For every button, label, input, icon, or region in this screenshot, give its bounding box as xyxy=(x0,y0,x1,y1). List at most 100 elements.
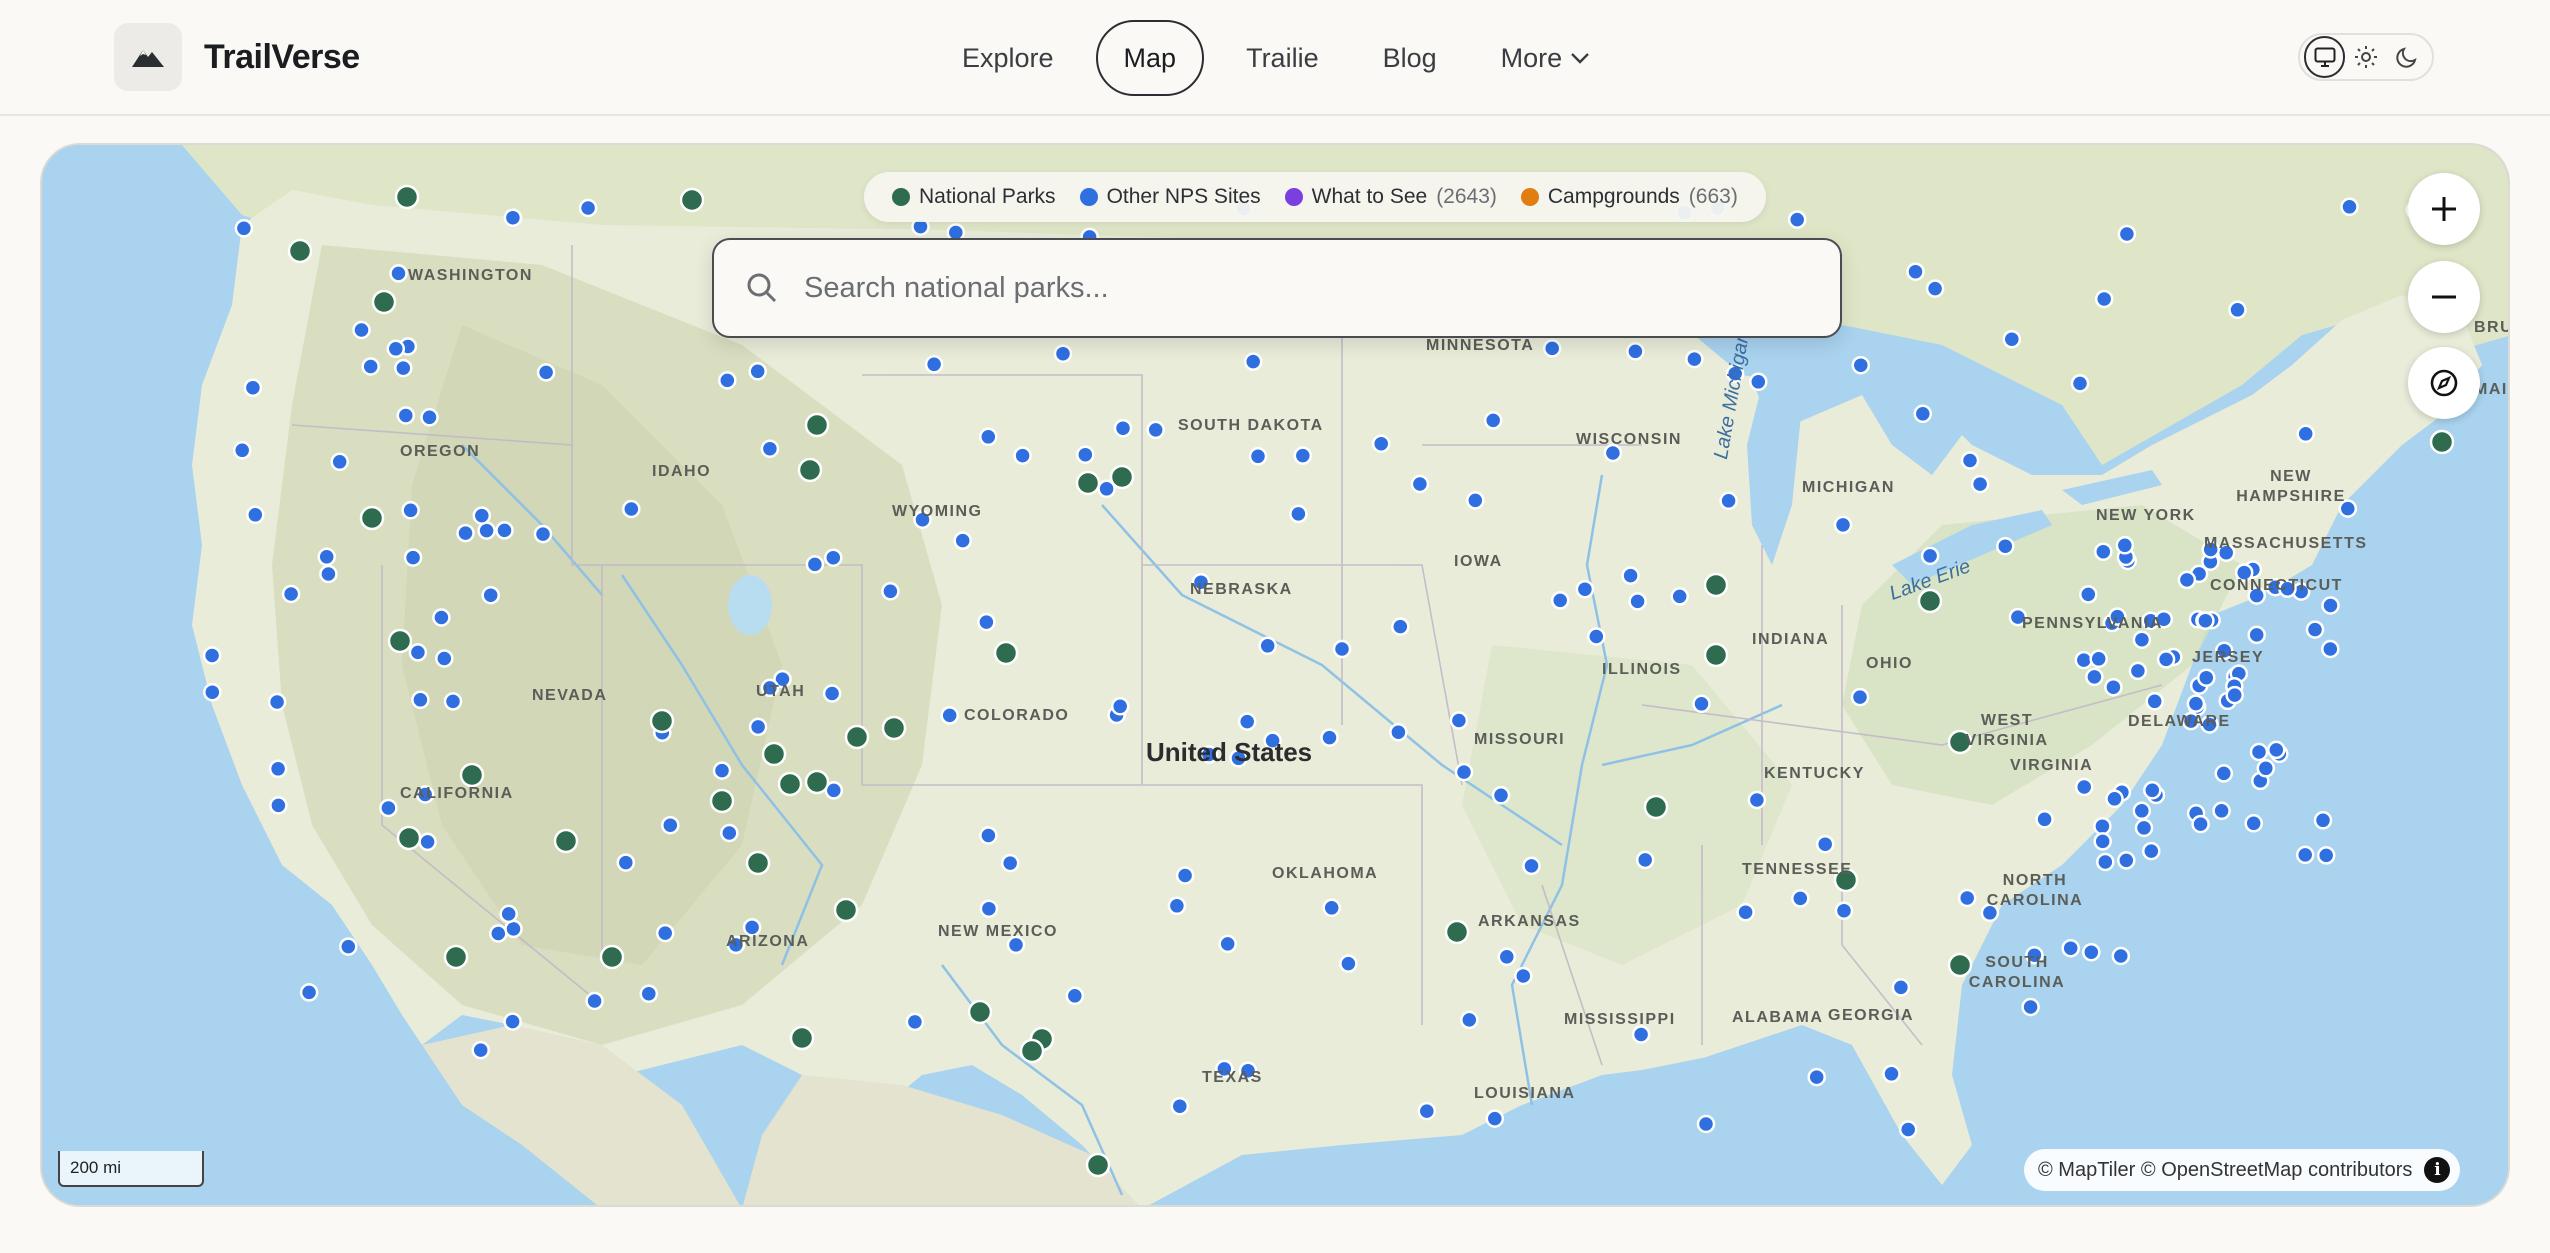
nps-site-marker[interactable] xyxy=(2115,536,2135,555)
nps-site-marker[interactable] xyxy=(203,682,222,702)
national-park-marker[interactable] xyxy=(459,762,485,788)
nps-site-marker[interactable] xyxy=(805,555,825,574)
nps-site-marker[interactable] xyxy=(1891,978,1911,997)
nps-site-marker[interactable] xyxy=(924,355,944,374)
nps-site-marker[interactable] xyxy=(2321,639,2340,659)
nps-site-marker[interactable] xyxy=(1850,687,1870,707)
nps-site-marker[interactable] xyxy=(361,357,380,376)
nps-site-marker[interactable] xyxy=(1339,954,1358,973)
national-park-marker[interactable] xyxy=(371,289,397,315)
nps-site-marker[interactable] xyxy=(1906,262,1925,281)
nps-site-marker[interactable] xyxy=(2105,789,2124,809)
nps-site-marker[interactable] xyxy=(2145,692,2164,711)
national-park-marker[interactable] xyxy=(679,187,705,213)
nps-site-marker[interactable] xyxy=(499,904,518,924)
nps-site-marker[interactable] xyxy=(1913,404,1933,424)
nps-site-marker[interactable] xyxy=(718,371,737,390)
nps-site-marker[interactable] xyxy=(1736,902,1755,922)
nps-site-marker[interactable] xyxy=(1417,1101,1437,1121)
nps-site-marker[interactable] xyxy=(1851,355,1871,375)
nps-site-marker[interactable] xyxy=(2197,668,2216,687)
nps-site-marker[interactable] xyxy=(1389,722,1408,742)
nps-site-marker[interactable] xyxy=(822,684,842,703)
nps-site-marker[interactable] xyxy=(2247,625,2266,645)
national-park-marker[interactable] xyxy=(359,505,385,531)
nps-site-marker[interactable] xyxy=(1449,711,1469,730)
nps-site-marker[interactable] xyxy=(2212,801,2231,821)
national-park-marker[interactable] xyxy=(797,457,823,483)
nps-site-marker[interactable] xyxy=(2085,667,2104,687)
nps-site-marker[interactable] xyxy=(317,547,336,567)
nps-site-marker[interactable] xyxy=(394,358,413,378)
nps-site-marker[interactable] xyxy=(281,584,301,604)
nps-site-marker[interactable] xyxy=(2093,816,2112,836)
search-input[interactable] xyxy=(804,271,1784,305)
nps-site-marker[interactable] xyxy=(2070,374,2090,393)
nps-site-marker[interactable] xyxy=(2134,818,2154,838)
nps-site-marker[interactable] xyxy=(503,208,523,227)
national-park-marker[interactable] xyxy=(1703,642,1729,668)
national-park-marker[interactable] xyxy=(789,1025,815,1051)
national-park-marker[interactable] xyxy=(993,640,1019,666)
nps-site-marker[interactable] xyxy=(408,643,428,662)
nps-site-marker[interactable] xyxy=(339,937,358,956)
nps-site-marker[interactable] xyxy=(2082,942,2101,962)
nps-site-marker[interactable] xyxy=(1960,451,1980,470)
nps-site-marker[interactable] xyxy=(2256,759,2276,778)
nps-site-marker[interactable] xyxy=(2079,585,2098,604)
nps-site-marker[interactable] xyxy=(443,692,463,711)
nps-site-marker[interactable] xyxy=(533,524,553,544)
nps-site-marker[interactable] xyxy=(1587,627,1606,646)
nps-site-marker[interactable] xyxy=(1996,536,2015,556)
nps-site-marker[interactable] xyxy=(2096,852,2115,872)
nps-site-marker[interactable] xyxy=(1542,339,1562,358)
zoom-out-button[interactable] xyxy=(2408,261,2480,333)
nps-site-marker[interactable] xyxy=(2093,832,2112,851)
park-map[interactable]: WASHINGTON OREGON IDAHO WYOMING NEVADA U… xyxy=(40,143,2510,1207)
compass-button[interactable] xyxy=(2408,347,2480,419)
nps-site-marker[interactable] xyxy=(1065,986,1085,1006)
nps-site-marker[interactable] xyxy=(1670,587,1689,606)
nps-site-marker[interactable] xyxy=(1289,504,1308,524)
national-park-marker[interactable] xyxy=(844,724,870,750)
nps-site-marker[interactable] xyxy=(352,320,371,340)
nps-site-marker[interactable] xyxy=(979,899,999,918)
theme-dark-button[interactable] xyxy=(2387,36,2428,78)
nps-site-marker[interactable] xyxy=(267,692,287,712)
nps-site-marker[interactable] xyxy=(1497,947,1517,967)
nps-site-marker[interactable] xyxy=(639,984,659,1003)
nps-site-marker[interactable] xyxy=(481,585,500,605)
national-park-marker[interactable] xyxy=(396,825,422,851)
national-park-marker[interactable] xyxy=(1109,464,1135,490)
nps-site-marker[interactable] xyxy=(905,1012,925,1032)
nps-site-marker[interactable] xyxy=(403,548,423,567)
legend-other-nps-sites[interactable]: Other NPS Sites xyxy=(1079,185,1261,209)
nps-site-marker[interactable] xyxy=(1248,447,1268,466)
national-park-marker[interactable] xyxy=(833,897,859,923)
nps-site-marker[interactable] xyxy=(2089,649,2108,669)
nps-site-marker[interactable] xyxy=(661,815,680,835)
nps-site-marker[interactable] xyxy=(940,706,959,725)
nps-site-marker[interactable] xyxy=(2128,661,2148,681)
nps-site-marker[interactable] xyxy=(1410,474,1430,494)
national-park-marker[interactable] xyxy=(287,238,313,264)
nps-site-marker[interactable] xyxy=(1815,834,1835,854)
nps-site-marker[interactable] xyxy=(2316,846,2336,865)
national-park-marker[interactable] xyxy=(1085,1152,1111,1178)
nps-site-marker[interactable] xyxy=(268,759,288,779)
nps-site-marker[interactable] xyxy=(1237,712,1257,731)
nps-site-marker[interactable] xyxy=(2074,777,2094,797)
nps-site-marker[interactable] xyxy=(2142,841,2161,861)
national-park-marker[interactable] xyxy=(599,944,625,970)
legend-national-parks[interactable]: National Parks xyxy=(892,185,1056,209)
nps-site-marker[interactable] xyxy=(1685,349,1704,369)
nps-site-marker[interactable] xyxy=(232,441,252,460)
nps-site-marker[interactable] xyxy=(2104,677,2123,697)
nps-site-marker[interactable] xyxy=(1113,418,1133,438)
nps-site-marker[interactable] xyxy=(616,853,636,872)
nps-site-marker[interactable] xyxy=(2143,781,2162,800)
nps-site-marker[interactable] xyxy=(1110,697,1130,716)
nps-site-marker[interactable] xyxy=(202,646,222,665)
nps-site-marker[interactable] xyxy=(953,531,972,550)
national-park-marker[interactable] xyxy=(1703,572,1729,598)
